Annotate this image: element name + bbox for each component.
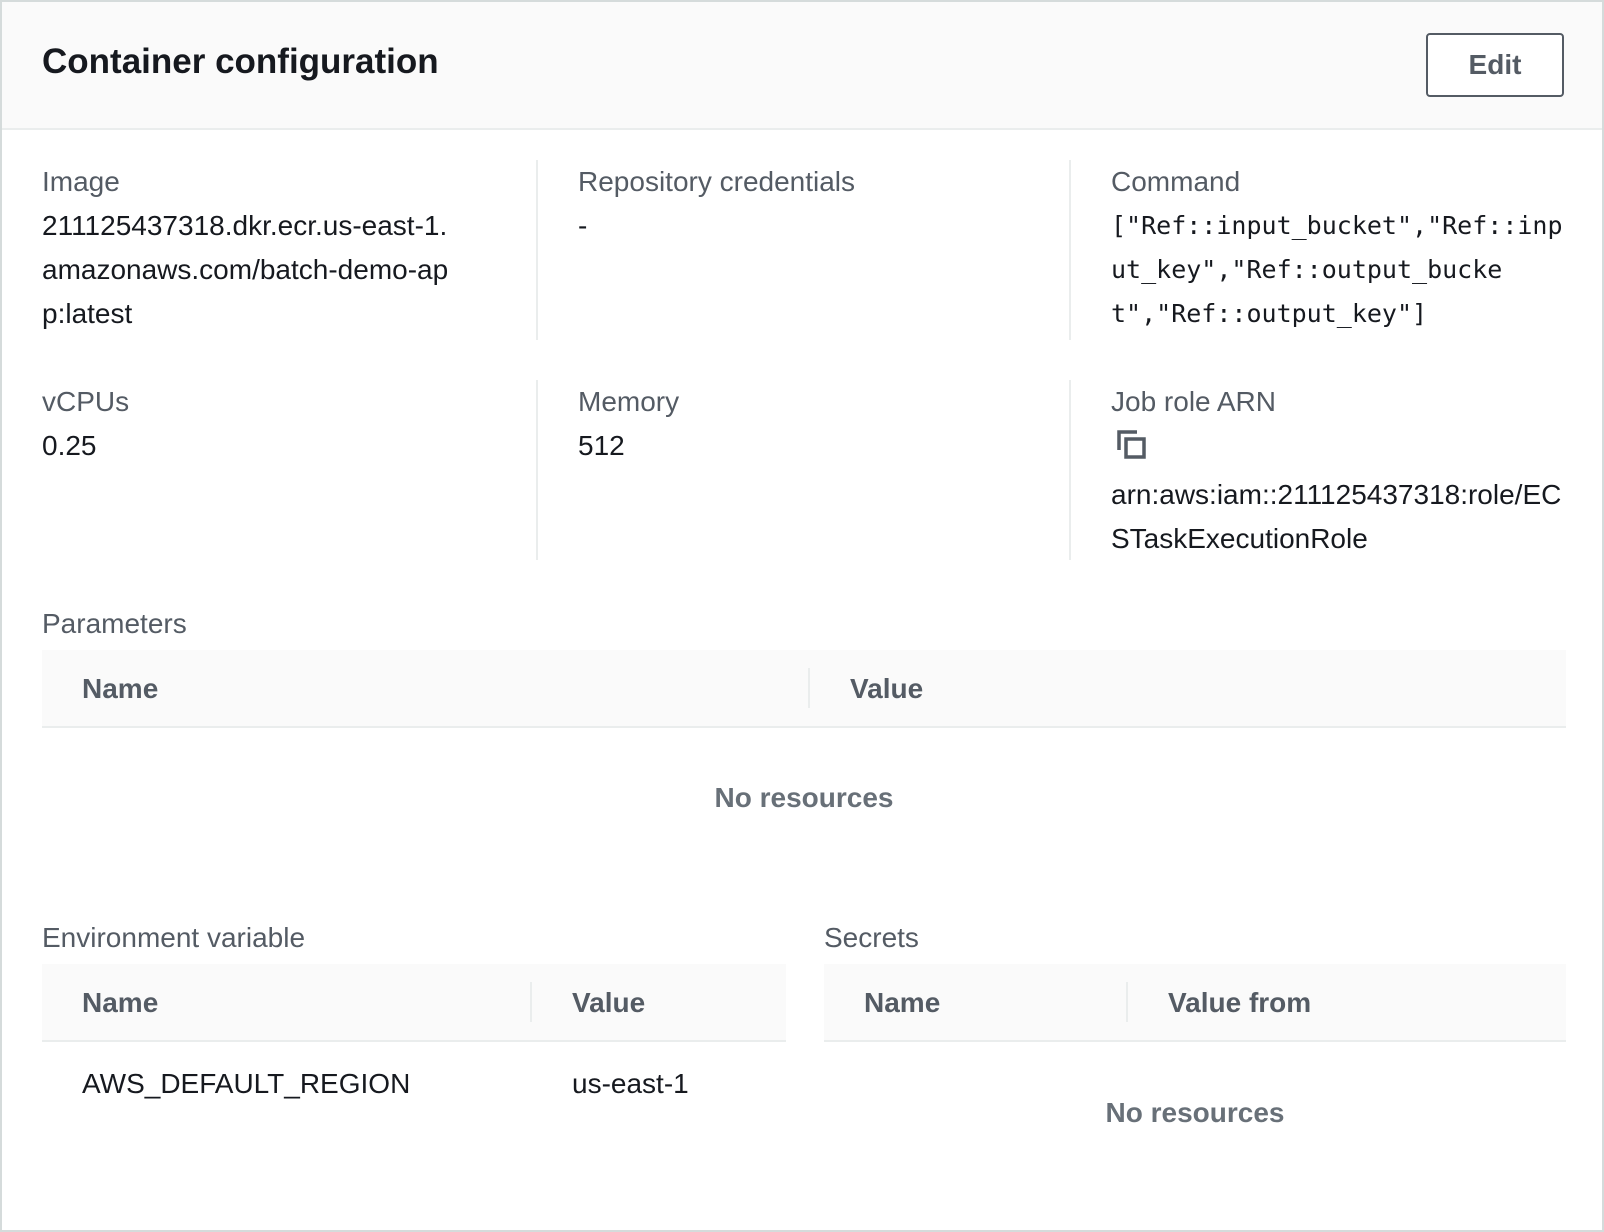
repository-credentials-value: -	[578, 210, 588, 241]
command-value: ["Ref::input_bucket","Ref::input_key","R…	[1111, 211, 1563, 328]
vcpus-field: vCPUs 0.25	[42, 380, 502, 560]
memory-field: Memory 512	[536, 380, 1036, 560]
job-role-arn-label: Job role ARN	[1111, 386, 1276, 417]
secrets-label: Secrets	[824, 922, 919, 953]
vcpus-value: 0.25	[42, 430, 97, 461]
image-label: Image	[42, 166, 120, 197]
repository-credentials-label: Repository credentials	[578, 166, 856, 197]
parameters-table-header: Name Value	[42, 650, 1566, 728]
column-divider[interactable]	[1126, 982, 1128, 1022]
secrets-table-header: Name Value from	[824, 964, 1566, 1042]
secrets-column-name[interactable]: Name	[864, 964, 940, 1042]
job-role-arn-field: Job role ARN arn:aws:iam::211125437318:r…	[1069, 380, 1566, 560]
environment-column-value[interactable]: Value	[572, 964, 645, 1042]
secrets-empty-state: No resources	[1105, 1097, 1285, 1128]
environment-row-name: AWS_DEFAULT_REGION	[82, 1068, 411, 1099]
repository-credentials-field: Repository credentials -	[536, 160, 1036, 340]
job-role-arn-value: arn:aws:iam::211125437318:role/ECSTaskEx…	[1111, 479, 1562, 554]
copy-icon[interactable]	[1111, 424, 1151, 468]
container-configuration-panel: Container configuration Edit Image 21112…	[0, 0, 1604, 1232]
panel-header: Container configuration Edit	[2, 2, 1602, 130]
memory-label: Memory	[578, 386, 680, 417]
vcpus-label: vCPUs	[42, 386, 130, 417]
environment-variable-label: Environment variable	[42, 922, 306, 953]
secrets-column-value-from[interactable]: Value from	[1168, 964, 1311, 1042]
parameters-empty-state: No resources	[714, 782, 894, 813]
panel-title: Container configuration	[42, 42, 439, 81]
command-label: Command	[1111, 166, 1241, 197]
command-field: Command ["Ref::input_bucket","Ref::input…	[1069, 160, 1566, 340]
parameters-label: Parameters	[42, 608, 187, 639]
parameters-column-name[interactable]: Name	[82, 650, 158, 728]
column-divider[interactable]	[530, 982, 532, 1022]
memory-value: 512	[578, 430, 625, 461]
environment-row-value: us-east-1	[572, 1068, 689, 1099]
column-divider[interactable]	[808, 668, 810, 708]
edit-button[interactable]: Edit	[1426, 33, 1564, 97]
parameters-column-value[interactable]: Value	[850, 650, 923, 728]
environment-column-name[interactable]: Name	[82, 964, 158, 1042]
image-field: Image 211125437318.dkr.ecr.us-east-1.ama…	[42, 160, 502, 340]
environment-table-header: Name Value	[42, 964, 786, 1042]
image-value: 211125437318.dkr.ecr.us-east-1.amazonaws…	[42, 210, 449, 329]
